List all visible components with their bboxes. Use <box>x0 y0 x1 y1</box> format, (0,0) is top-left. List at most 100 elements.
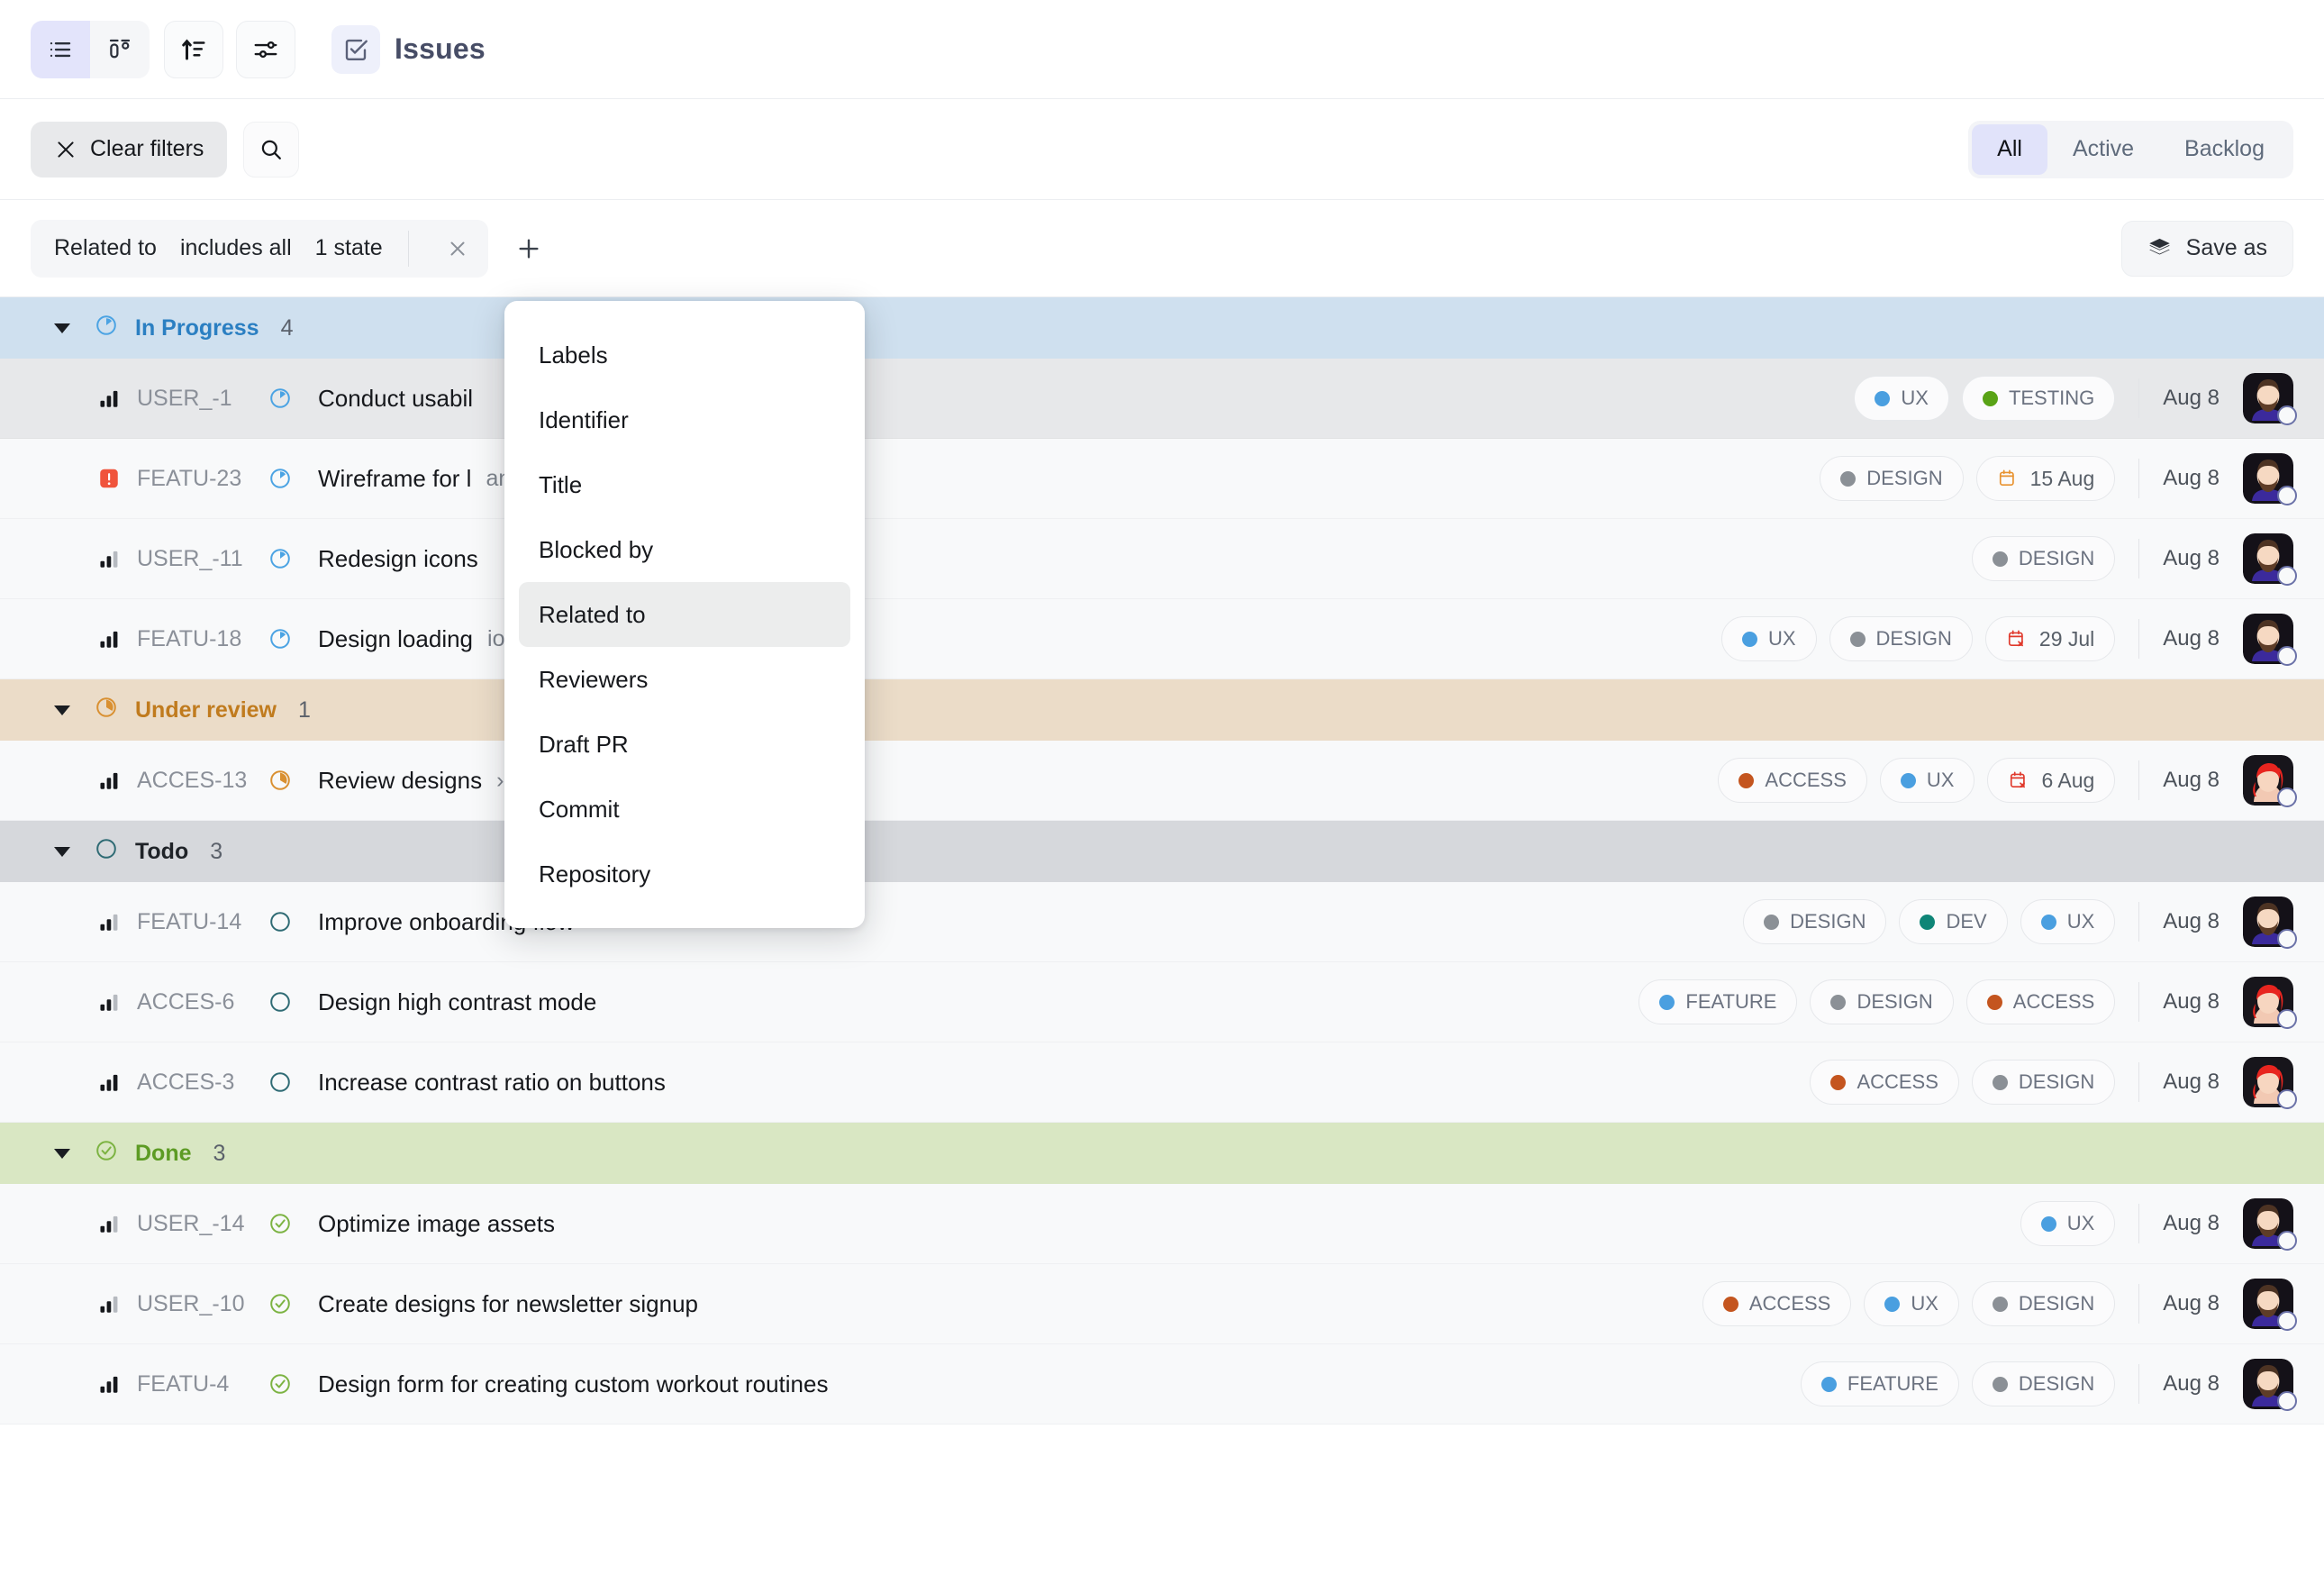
assignee-avatar[interactable] <box>2243 453 2297 505</box>
issue-state-icon[interactable] <box>268 386 311 411</box>
priority-indicator[interactable] <box>97 627 132 651</box>
priority-indicator[interactable] <box>97 1070 132 1094</box>
label-chip[interactable]: ACCESS <box>1965 979 2116 1024</box>
display-options-button[interactable] <box>236 20 295 78</box>
due-date-chip[interactable]: 29 Jul <box>1984 616 2116 661</box>
issue-row[interactable]: USER_-10 Create designs for newsletter si… <box>0 1264 2324 1344</box>
group-header-todo[interactable]: Todo 3 <box>0 821 2324 882</box>
search-button[interactable] <box>243 121 300 178</box>
collapse-caret-icon[interactable] <box>54 705 70 715</box>
label-chip[interactable]: ACCESS <box>1810 1060 1959 1105</box>
label-chip[interactable]: DESIGN <box>1971 1281 2116 1326</box>
remove-filter-button[interactable] <box>434 225 481 272</box>
priority-indicator[interactable] <box>97 467 132 490</box>
issue-state-icon[interactable] <box>268 466 311 491</box>
label-chip[interactable]: DESIGN <box>1810 979 1954 1024</box>
group-header-done[interactable]: Done 3 <box>0 1123 2324 1184</box>
label-chip[interactable]: ACCESS <box>1702 1281 1852 1326</box>
issue-row[interactable]: ACCES-13Review designs› Add loading anim… <box>0 741 2324 821</box>
priority-indicator[interactable] <box>97 1372 132 1396</box>
collapse-caret-icon[interactable] <box>54 323 70 333</box>
issue-state-icon[interactable] <box>268 1371 311 1397</box>
label-chip[interactable]: UX <box>2020 899 2116 944</box>
add-filter-button[interactable] <box>503 223 555 275</box>
label-chip[interactable]: DESIGN <box>1971 536 2116 581</box>
group-header-under-review[interactable]: Under review 1 <box>0 679 2324 741</box>
issue-row[interactable]: USER_-14 Optimize image assets UX Aug 8 <box>0 1184 2324 1264</box>
filter-operator[interactable]: includes all <box>180 235 292 261</box>
assignee-avatar[interactable] <box>2243 1057 2297 1109</box>
issue-row[interactable]: ACCES-6 Design high contrast mode FEATURE D… <box>0 962 2324 1042</box>
assignee-avatar[interactable] <box>2243 1198 2297 1251</box>
tab-backlog[interactable]: Backlog <box>2159 124 2290 175</box>
label-chip[interactable]: UX <box>2020 1201 2116 1246</box>
label-chip[interactable]: FEATURE <box>1800 1361 1959 1406</box>
priority-indicator[interactable] <box>97 547 132 570</box>
priority-indicator[interactable] <box>97 387 132 410</box>
assignee-avatar[interactable] <box>2243 373 2297 425</box>
issue-state-icon[interactable] <box>268 546 311 571</box>
collapse-caret-icon[interactable] <box>54 1148 70 1159</box>
label-chip[interactable]: DESIGN <box>1743 899 1887 944</box>
menu-item-reviewers[interactable]: Reviewers <box>519 647 850 712</box>
issue-row[interactable]: FEATU-4 Design form for creating custom w… <box>0 1344 2324 1425</box>
menu-item-draft-pr[interactable]: Draft PR <box>519 712 850 777</box>
sort-button[interactable] <box>164 20 223 78</box>
assignee-avatar[interactable] <box>2243 755 2297 807</box>
label-chip[interactable]: FEATURE <box>1639 979 1798 1024</box>
issue-state-icon[interactable] <box>268 626 311 651</box>
issue-state-icon[interactable] <box>268 1070 311 1095</box>
issue-row[interactable]: USER_-11 Redesign icons DESIGN Aug 8 <box>0 519 2324 599</box>
label-chip[interactable]: DESIGN <box>1971 1361 2116 1406</box>
issue-state-icon[interactable] <box>268 989 311 1015</box>
issue-state-icon[interactable] <box>268 909 311 934</box>
label-chip[interactable]: DESIGN <box>1829 616 1973 661</box>
due-date-chip[interactable]: 6 Aug <box>1987 758 2116 803</box>
menu-item-labels[interactable]: Labels <box>519 323 850 387</box>
label-chip[interactable]: UX <box>1864 1281 1959 1326</box>
priority-indicator[interactable] <box>97 1292 132 1315</box>
assignee-avatar[interactable] <box>2243 614 2297 666</box>
tab-all[interactable]: All <box>1972 123 2047 175</box>
issue-state-icon[interactable] <box>268 1291 311 1316</box>
label-chip[interactable]: UX <box>1879 758 1975 803</box>
group-header-in-progress[interactable]: In Progress 4 <box>0 297 2324 359</box>
assignee-avatar[interactable] <box>2243 977 2297 1029</box>
issue-row[interactable]: ACCES-3 Increase contrast ratio on button… <box>0 1042 2324 1123</box>
label-chip[interactable]: TESTING <box>1961 376 2116 421</box>
due-date-chip[interactable]: 15 Aug <box>1975 456 2116 501</box>
issue-state-icon[interactable] <box>268 1211 311 1236</box>
assignee-avatar[interactable] <box>2243 897 2297 949</box>
tab-active[interactable]: Active <box>2047 124 2159 175</box>
menu-item-repository[interactable]: Repository <box>519 842 850 906</box>
issue-row[interactable]: FEATU-18Design loadingion for workoutsUX… <box>0 599 2324 679</box>
save-as-button[interactable]: Save as <box>2120 220 2293 277</box>
priority-indicator[interactable] <box>97 1212 132 1235</box>
priority-indicator[interactable] <box>97 769 132 792</box>
assignee-avatar[interactable] <box>2243 1279 2297 1331</box>
menu-item-related-to[interactable]: Related to <box>519 582 850 647</box>
label-chip[interactable]: UX <box>1854 376 1949 421</box>
issue-row[interactable]: USER_-1 Conduct usabil UX TESTING Aug 8 <box>0 359 2324 439</box>
filter-chip-related-to[interactable]: Related to includes all 1 state <box>31 219 488 278</box>
list-view-button[interactable] <box>31 20 90 78</box>
menu-item-blocked-by[interactable]: Blocked by <box>519 517 850 582</box>
filter-value[interactable]: 1 state <box>315 235 383 261</box>
assignee-avatar[interactable] <box>2243 1359 2297 1411</box>
label-chip[interactable]: DESIGN <box>1971 1060 2116 1105</box>
collapse-caret-icon[interactable] <box>54 846 70 857</box>
priority-indicator[interactable] <box>97 990 132 1014</box>
priority-indicator[interactable] <box>97 910 132 933</box>
label-chip[interactable]: DESIGN <box>1820 456 1964 501</box>
menu-item-commit[interactable]: Commit <box>519 777 850 842</box>
clear-filters-button[interactable]: Clear filters <box>31 121 228 178</box>
assignee-avatar[interactable] <box>2243 533 2297 586</box>
board-view-button[interactable] <box>90 20 150 78</box>
issue-row[interactable]: FEATU-14 Improve onboarding flow DESIGN DEV… <box>0 882 2324 962</box>
label-chip[interactable]: UX <box>1720 616 1817 661</box>
menu-item-identifier[interactable]: Identifier <box>519 387 850 452</box>
issue-row[interactable]: FEATU-23Wireframe for lanimation for wor… <box>0 439 2324 519</box>
issue-state-icon[interactable] <box>268 768 311 793</box>
label-chip[interactable]: DEV <box>1899 899 2008 944</box>
menu-item-title[interactable]: Title <box>519 452 850 517</box>
